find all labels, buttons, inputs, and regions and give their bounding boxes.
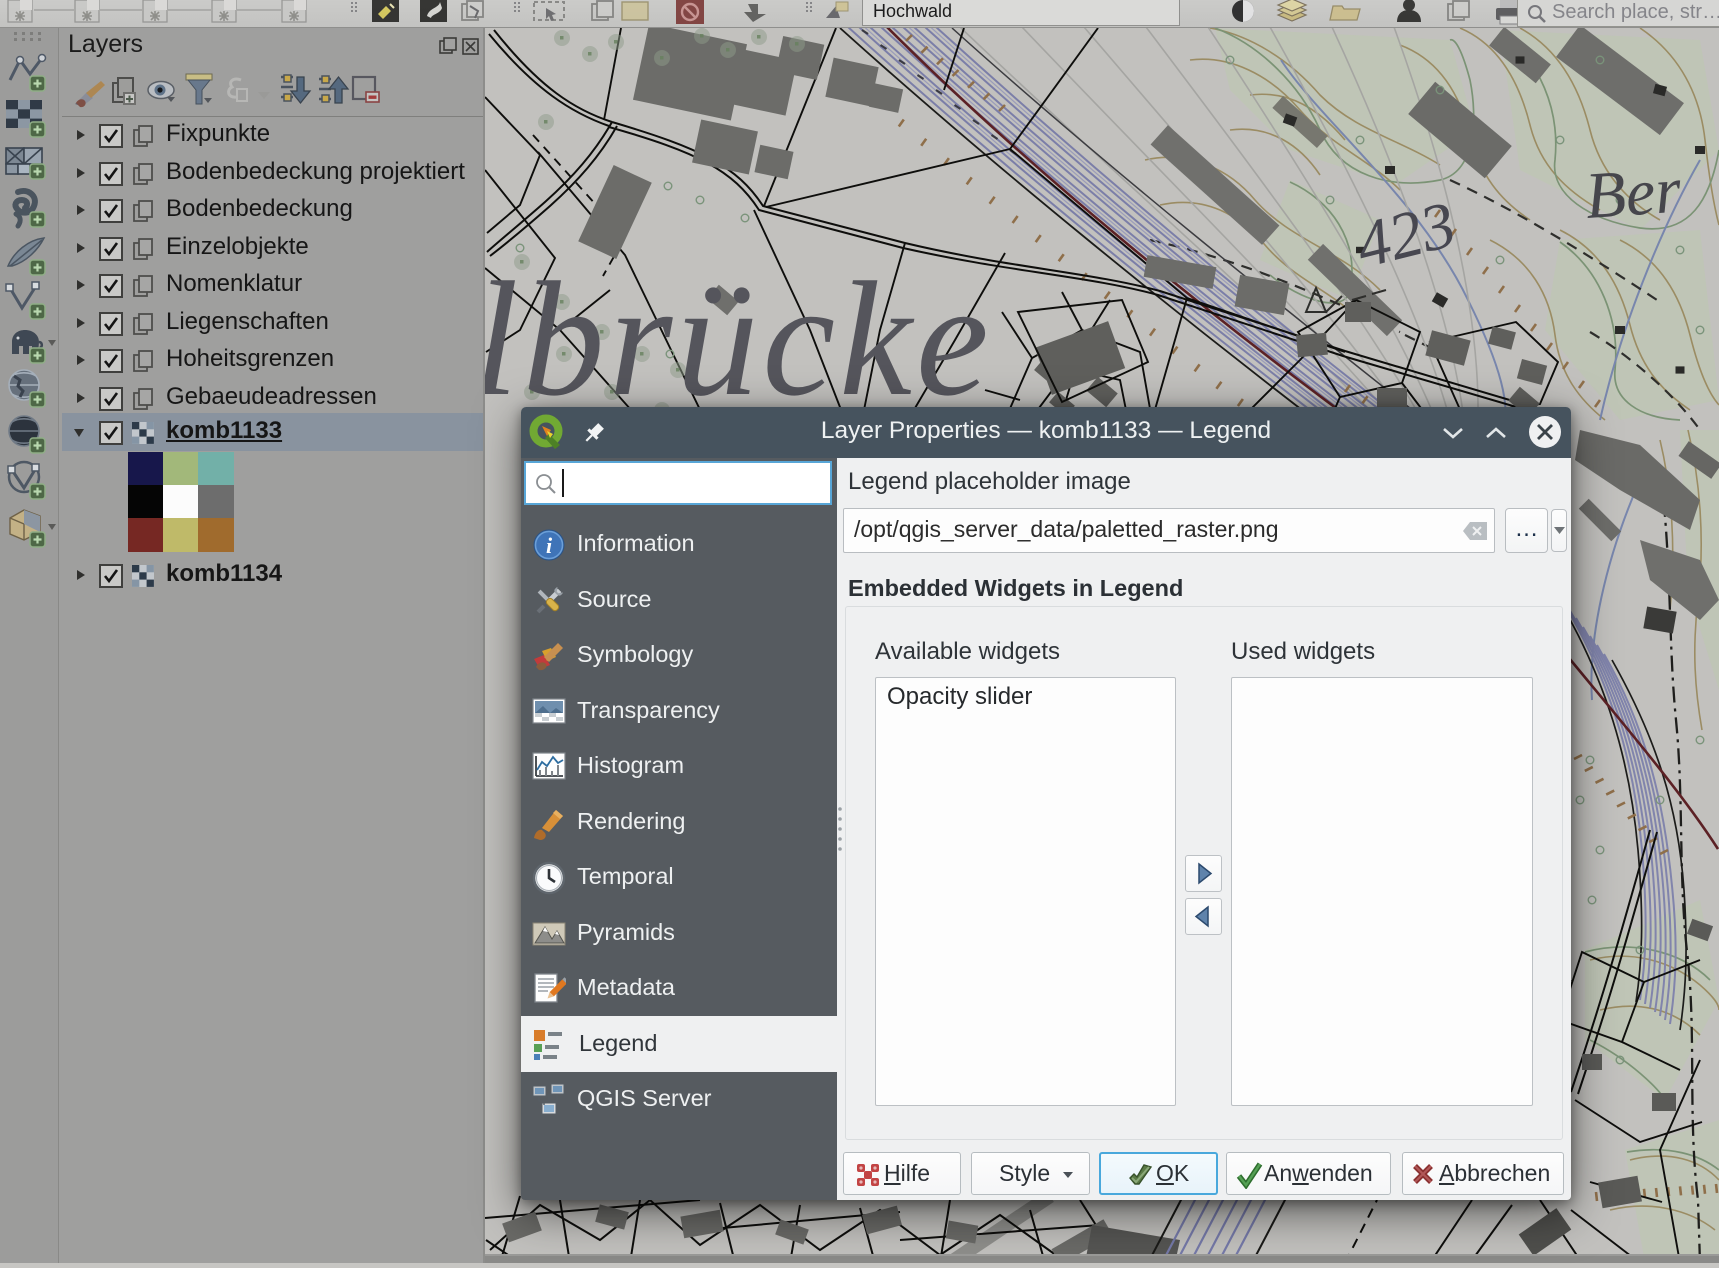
svg-text:Ber: Ber	[1583, 153, 1683, 232]
svg-text:i: i	[546, 533, 553, 558]
svg-text:lbrücke: lbrücke	[485, 249, 993, 430]
